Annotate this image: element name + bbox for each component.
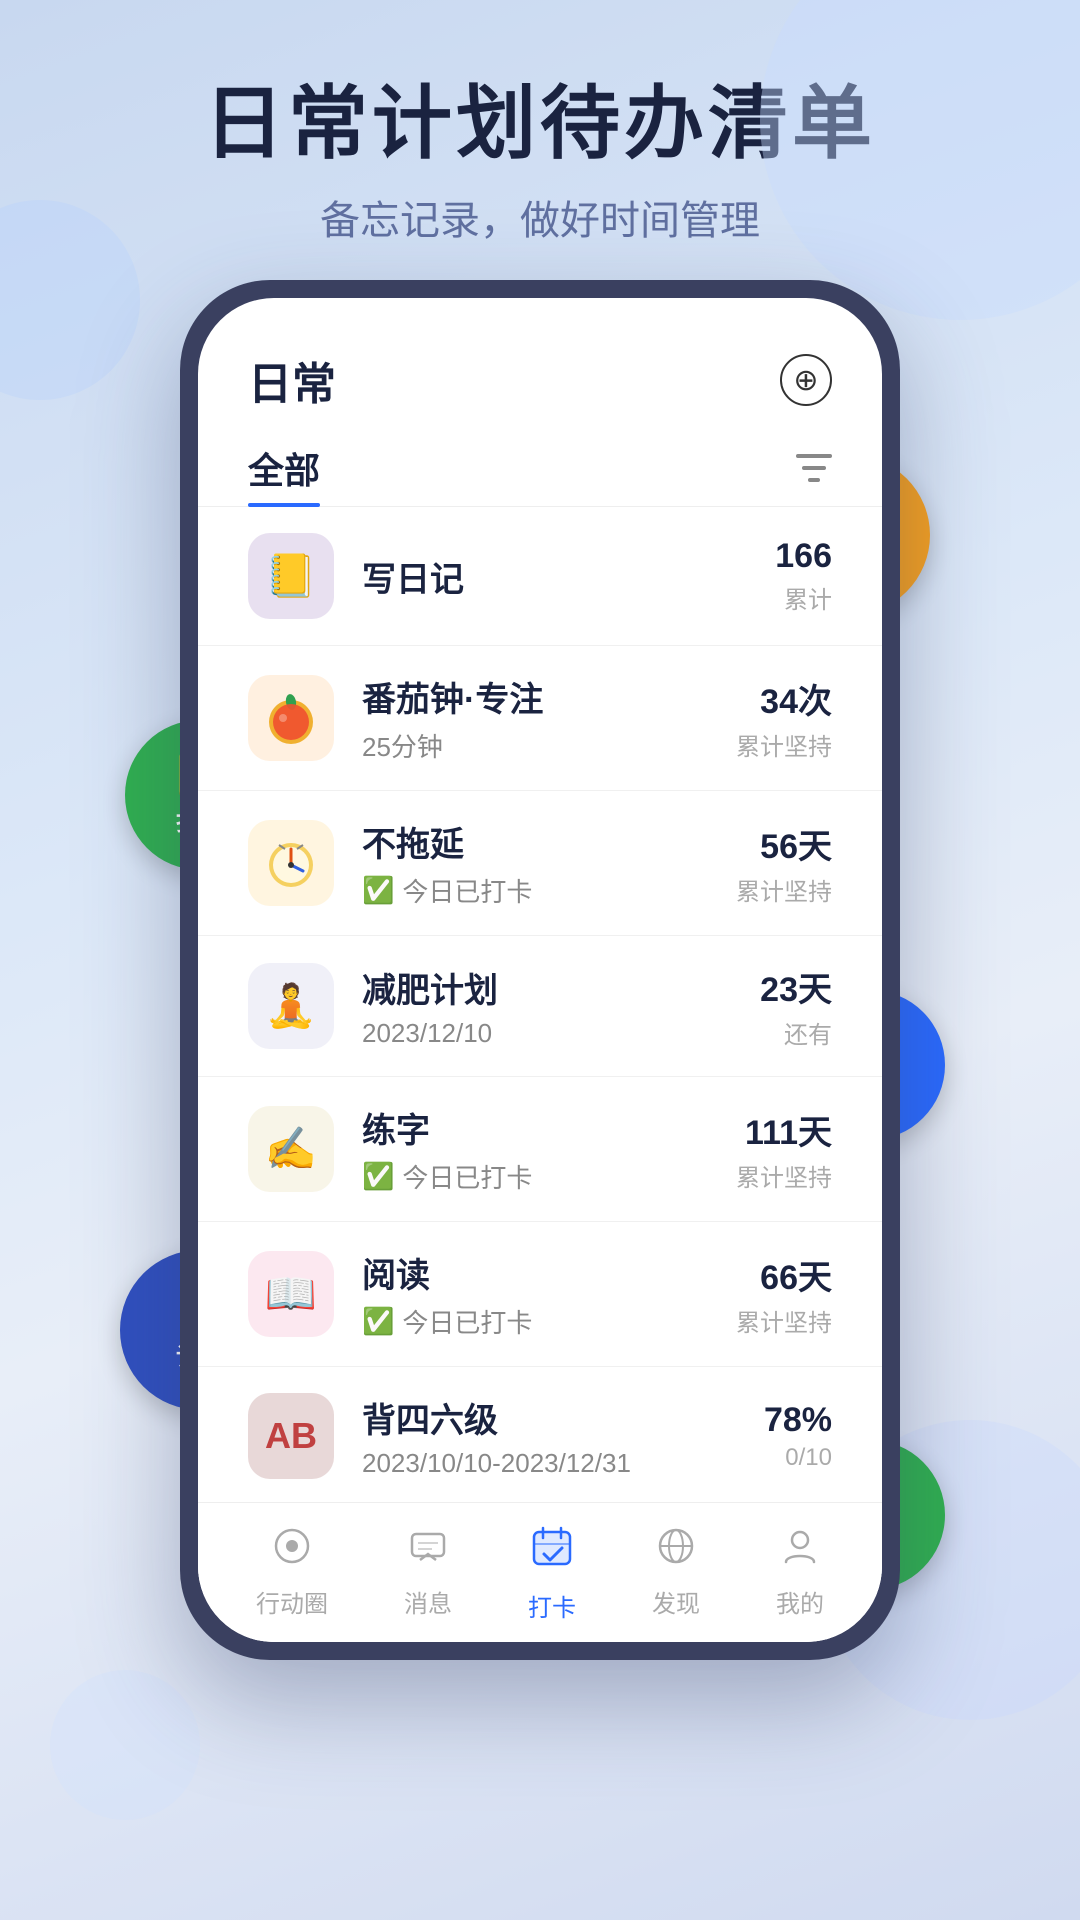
discover-icon (656, 1526, 696, 1576)
circle-icon (272, 1526, 312, 1576)
task-icon-nodelay (248, 820, 334, 906)
task-stat-label: 0/10 (764, 1444, 832, 1472)
nav-label-mine: 我的 (776, 1584, 824, 1619)
main-subtitle: 备忘记录，做好时间管理 (0, 188, 1080, 246)
bottom-nav: 行动圈 消息 打卡 发 (198, 1502, 882, 1642)
task-sub: ✅ 今日已打卡 (362, 872, 736, 909)
task-name: 番茄钟·专注 (362, 672, 736, 721)
check-icon: ✅ (362, 1161, 394, 1192)
task-name: 不拖延 (362, 817, 736, 866)
message-icon (408, 1526, 448, 1576)
add-button[interactable]: ⊕ (780, 354, 832, 406)
task-item[interactable]: 📖 阅读 ✅ 今日已打卡 66天 累计坚持 (198, 1222, 882, 1367)
nav-item-discover[interactable]: 发现 (652, 1526, 700, 1619)
task-stat: 66天 累计坚持 (736, 1250, 832, 1338)
nav-item-mine[interactable]: 我的 (776, 1526, 824, 1619)
nav-item-message[interactable]: 消息 (404, 1526, 452, 1619)
task-sub: 2023/12/10 (362, 1018, 760, 1049)
task-sub: 25分钟 (362, 727, 736, 764)
filter-icon[interactable] (796, 454, 832, 494)
task-item[interactable]: 不拖延 ✅ 今日已打卡 56天 累计坚持 (198, 791, 882, 936)
task-stat-label: 累计坚持 (736, 727, 832, 762)
tab-all[interactable]: 全部 (248, 442, 320, 506)
phone-outer: 日常 ⊕ 全部 📒 (180, 280, 900, 1660)
main-title: 日常计划待办清单 (0, 80, 1080, 168)
screen-title: 日常 (248, 348, 336, 412)
nav-label-message: 消息 (404, 1584, 452, 1619)
task-name: 背四六级 (362, 1393, 764, 1442)
checkin-nav-icon (528, 1522, 576, 1580)
task-stat: 166 累计 (775, 537, 832, 615)
task-stat-num: 56天 (736, 819, 832, 868)
task-item[interactable]: 🧘 减肥计划 2023/12/10 23天 还有 (198, 936, 882, 1077)
phone-mockup: ⏰ 专注 ✅ 打卡 ⌛ 倒数日 📋 记录 🎯 目标 日常 ⊕ 全部 (180, 280, 900, 1700)
task-stat-num: 111天 (736, 1105, 832, 1154)
task-stat-label: 累计 (775, 580, 832, 615)
task-sub: ✅ 今日已打卡 (362, 1158, 736, 1195)
task-info: 阅读 ✅ 今日已打卡 (362, 1248, 736, 1340)
phone-screen: 日常 ⊕ 全部 📒 (198, 298, 882, 1642)
check-icon: ✅ (362, 1306, 394, 1337)
task-info: 不拖延 ✅ 今日已打卡 (362, 817, 736, 909)
task-name: 阅读 (362, 1248, 736, 1297)
task-stat-num: 34次 (736, 674, 832, 723)
task-stat-label: 累计坚持 (736, 1158, 832, 1193)
task-stat: 23天 还有 (760, 962, 832, 1050)
task-stat-label: 还有 (760, 1015, 832, 1050)
task-icon-reading: 📖 (248, 1251, 334, 1337)
nav-item-checkin[interactable]: 打卡 (528, 1522, 576, 1623)
app-header: 日常 ⊕ (198, 298, 882, 432)
task-item[interactable]: ✍️ 练字 ✅ 今日已打卡 111天 累计坚持 (198, 1077, 882, 1222)
task-item[interactable]: 番茄钟·专注 25分钟 34次 累计坚持 (198, 646, 882, 791)
task-stat-num: 78% (764, 1401, 832, 1440)
task-info: 减肥计划 2023/12/10 (362, 963, 760, 1049)
task-stat: 34次 累计坚持 (736, 674, 832, 762)
task-icon-diary: 📒 (248, 533, 334, 619)
task-icon-vocab: AB (248, 1393, 334, 1479)
task-info: 写日记 (362, 552, 775, 601)
task-sub: ✅ 今日已打卡 (362, 1303, 736, 1340)
nav-item-circle[interactable]: 行动圈 (256, 1526, 328, 1619)
task-stat-label: 累计坚持 (736, 1303, 832, 1338)
nav-label-circle: 行动圈 (256, 1584, 328, 1619)
tab-bar: 全部 (198, 432, 882, 507)
check-icon: ✅ (362, 875, 394, 906)
task-name: 减肥计划 (362, 963, 760, 1012)
task-stat-num: 23天 (760, 962, 832, 1011)
task-icon-calligraphy: ✍️ (248, 1106, 334, 1192)
task-stat: 78% 0/10 (764, 1401, 832, 1472)
nav-label-discover: 发现 (652, 1584, 700, 1619)
task-name: 写日记 (362, 552, 775, 601)
nav-label-checkin: 打卡 (528, 1588, 576, 1623)
task-name: 练字 (362, 1103, 736, 1152)
task-stat-num: 66天 (736, 1250, 832, 1299)
task-icon-tomato (248, 675, 334, 761)
task-info: 练字 ✅ 今日已打卡 (362, 1103, 736, 1195)
task-info: 番茄钟·专注 25分钟 (362, 672, 736, 764)
task-icon-diet: 🧘 (248, 963, 334, 1049)
page-header: 日常计划待办清单 备忘记录，做好时间管理 (0, 0, 1080, 306)
task-sub: 2023/10/10-2023/12/31 (362, 1448, 764, 1479)
mine-icon (780, 1526, 820, 1576)
task-stat: 111天 累计坚持 (736, 1105, 832, 1193)
task-list: 📒 写日记 166 累计 (198, 507, 882, 1642)
task-info: 背四六级 2023/10/10-2023/12/31 (362, 1393, 764, 1479)
task-stat-label: 累计坚持 (736, 872, 832, 907)
task-item[interactable]: AB 背四六级 2023/10/10-2023/12/31 78% 0/10 (198, 1367, 882, 1506)
task-item[interactable]: 📒 写日记 166 累计 (198, 507, 882, 646)
task-stat-num: 166 (775, 537, 832, 576)
task-stat: 56天 累计坚持 (736, 819, 832, 907)
